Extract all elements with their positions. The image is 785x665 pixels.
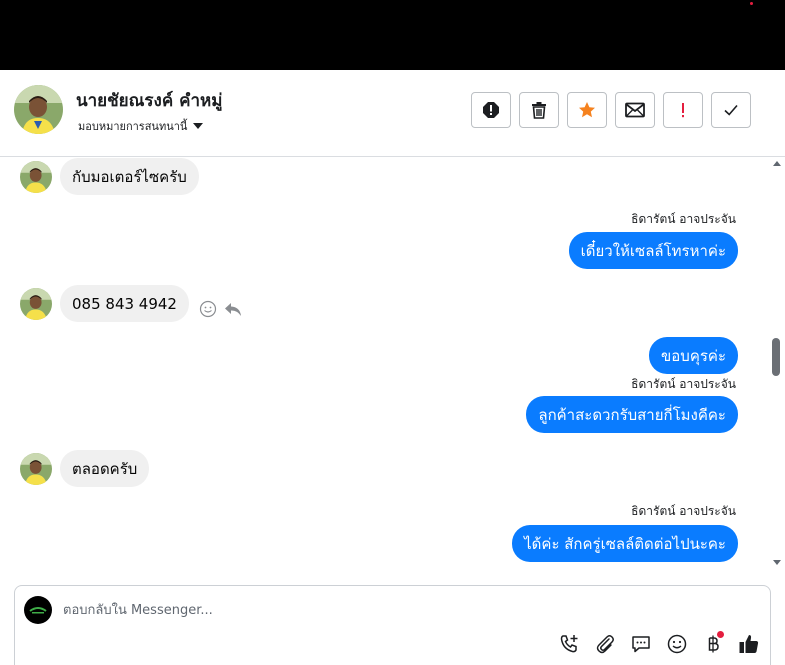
sender-name: ธิดารัตน์ อาจประจัน	[631, 377, 736, 391]
outgoing-message-bubble[interactable]: ขอบคุรค่ะ	[649, 337, 738, 374]
scroll-thumb[interactable]	[772, 338, 780, 376]
thread-scrollbar[interactable]	[770, 157, 785, 569]
attach-button[interactable]	[594, 633, 616, 655]
outgoing-message-bubble[interactable]: เดี๋ยวให้เซลล์โทรหาค่ะ	[568, 232, 738, 269]
composer-tools	[558, 631, 760, 655]
reply-composer	[14, 585, 771, 665]
sender-name: ธิดารัตน์ อาจประจัน	[631, 212, 736, 226]
outgoing-message-bubble[interactable]: ได้ค่ะ สักครู่เซลล์ติดต่อไปนะคะ	[512, 525, 738, 562]
payment-button[interactable]	[702, 631, 724, 655]
assign-conversation-dropdown[interactable]: มอบหมายการสนทนานี้	[78, 117, 204, 135]
incoming-message-bubble[interactable]: กับมอเตอร์ไซครับ	[60, 158, 199, 195]
message-row-incoming: ตลอดครับ	[20, 450, 150, 487]
checkmark-icon	[724, 104, 738, 116]
assign-label: มอบหมายการสนทนานี้	[78, 120, 188, 133]
follow-up-button[interactable]	[663, 92, 703, 128]
mark-unread-button[interactable]	[615, 92, 655, 128]
chat-bubble-icon	[632, 636, 650, 653]
star-button[interactable]	[567, 92, 607, 128]
chevron-down-icon	[193, 123, 204, 129]
mark-done-button[interactable]	[711, 92, 751, 128]
incoming-message-bubble[interactable]: 085 843 4942	[60, 285, 189, 322]
page-logo-icon	[29, 607, 47, 614]
notification-dot	[750, 2, 753, 5]
top-black-bar	[0, 0, 785, 70]
react-smiley-icon[interactable]	[199, 300, 217, 318]
page-avatar	[24, 596, 52, 624]
message-thread[interactable]: กับมอเตอร์ไซครับ ธิดารัตน์ อาจประจัน เดี…	[0, 157, 770, 569]
exclamation-icon	[682, 103, 684, 118]
message-tools	[199, 300, 243, 318]
mark-spam-button[interactable]	[471, 92, 511, 128]
star-icon	[579, 102, 595, 118]
reply-input[interactable]	[63, 598, 753, 622]
like-button[interactable]	[738, 633, 760, 655]
contact-avatar-small	[20, 452, 52, 485]
outgoing-message-bubble[interactable]: ลูกค้าสะดวกรับสายกี่โมงคีคะ	[526, 396, 738, 433]
scroll-down-arrow-icon[interactable]	[773, 560, 781, 565]
message-row-incoming: กับมอเตอร์ไซครับ	[20, 158, 199, 195]
notification-dot	[717, 631, 724, 638]
thumbs-up-icon	[739, 635, 759, 653]
contact-name: นายชัยณรงค์ คำหมู่	[76, 91, 223, 111]
contact-avatar[interactable]	[14, 85, 63, 134]
paperclip-icon	[596, 635, 614, 654]
trash-icon	[532, 102, 546, 119]
message-row-incoming: 085 843 4942	[20, 285, 243, 322]
alert-circle-icon	[483, 102, 499, 118]
delete-button[interactable]	[519, 92, 559, 128]
contact-avatar-small	[20, 287, 52, 320]
envelope-icon	[625, 102, 645, 118]
call-button[interactable]	[558, 633, 580, 655]
smiley-icon	[667, 634, 687, 654]
header-actions	[471, 92, 751, 128]
conversation-header: นายชัยณรงค์ คำหมู่ มอบหมายการสนทนานี้	[0, 70, 785, 157]
incoming-message-bubble[interactable]: ตลอดครับ	[60, 450, 150, 487]
contact-avatar-small	[20, 160, 52, 193]
phone-plus-icon	[560, 635, 578, 653]
reply-arrow-icon[interactable]	[223, 300, 243, 318]
scroll-up-arrow-icon[interactable]	[773, 161, 781, 166]
emoji-button[interactable]	[666, 633, 688, 655]
sender-name: ธิดารัตน์ อาจประจัน	[631, 504, 736, 518]
saved-replies-button[interactable]	[630, 633, 652, 655]
